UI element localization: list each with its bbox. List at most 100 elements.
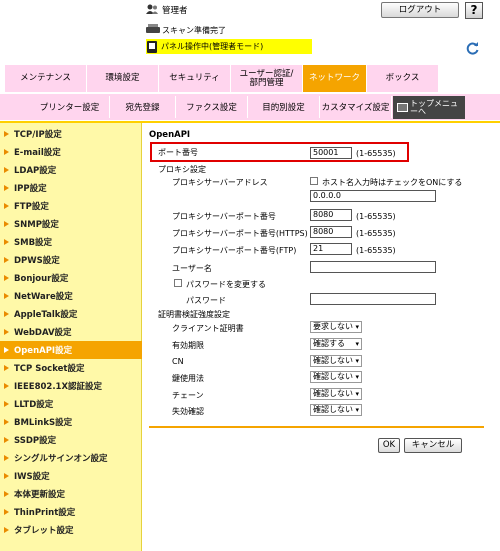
top-menu-label: トップメニューへ <box>410 98 458 116</box>
ok-button[interactable]: OK <box>378 438 400 453</box>
password-input[interactable] <box>310 293 436 305</box>
tab-label: メンテナンス <box>20 73 71 83</box>
arrow-icon <box>4 491 9 497</box>
proxy-address-input[interactable]: 0.0.0.0 <box>310 190 436 202</box>
sidebar-item-ldap[interactable]: LDAP設定 <box>0 161 142 179</box>
arrow-icon <box>4 347 9 353</box>
sidebar-item-ipp[interactable]: IPP設定 <box>0 179 142 197</box>
sidebar-item-label: ThinPrint設定 <box>14 508 76 518</box>
sidebar-item-ieee8021x[interactable]: IEEE802.1X認証設定 <box>0 377 142 395</box>
proxy-port-ftp-label: プロキシサーバーポート番号(FTP) <box>172 246 297 255</box>
sidebar-item-label: シングルサインオン設定 <box>14 454 108 464</box>
cert-key-usage-select[interactable]: 確認しない <box>310 371 362 383</box>
top-menu-button[interactable]: トップメニューへ <box>393 96 465 119</box>
sidebar-item-ftp[interactable]: FTP設定 <box>0 197 142 215</box>
sidebar-item-bonjour[interactable]: Bonjour設定 <box>0 269 142 287</box>
sidebar-item-tablet[interactable]: タブレット設定 <box>0 521 142 539</box>
tab-network[interactable]: ネットワーク <box>303 65 367 93</box>
cert-client-select[interactable]: 要求しない <box>310 321 362 333</box>
cert-revocation-select[interactable]: 確認しない <box>310 404 362 416</box>
sidebar-item-tcp-socket[interactable]: TCP Socket設定 <box>0 359 142 377</box>
cert-client-label: クライアント証明書 <box>172 324 244 333</box>
proxy-port-https-input[interactable]: 8080 <box>310 226 352 238</box>
cert-chain-select[interactable]: 確認しない <box>310 388 362 400</box>
subtab-purpose[interactable]: 目的別設定 <box>248 96 320 118</box>
proxy-port-https-range: (1-65535) <box>356 229 396 238</box>
host-name-checkbox[interactable] <box>310 177 318 185</box>
username-input[interactable] <box>310 261 436 273</box>
cancel-button[interactable]: キャンセル <box>404 438 462 453</box>
sidebar-item-snmp[interactable]: SNMP設定 <box>0 215 142 233</box>
form-divider <box>149 426 484 428</box>
tab-label: ユーザー認証/部門管理 <box>239 68 294 88</box>
sidebar-item-thinprint[interactable]: ThinPrint設定 <box>0 503 142 521</box>
tab-security[interactable]: セキュリティ <box>159 65 231 93</box>
sidebar-item-dpws[interactable]: DPWS設定 <box>0 251 142 269</box>
sidebar-item-sso[interactable]: シングルサインオン設定 <box>0 449 142 467</box>
logout-button[interactable]: ログアウト <box>381 2 459 18</box>
sidebar-item-firmware-update[interactable]: 本体更新設定 <box>0 485 142 503</box>
change-password-checkbox[interactable] <box>174 279 182 287</box>
sidebar-item-label: Bonjour設定 <box>14 274 69 284</box>
tab-label: ボックス <box>385 73 420 83</box>
arrow-icon <box>4 131 9 137</box>
tab-label: 環境設定 <box>105 73 140 83</box>
sidebar-item-label: BMLinkS設定 <box>14 418 73 428</box>
cert-expiry-select[interactable]: 確認する <box>310 338 362 350</box>
sidebar-item-ssdp[interactable]: SSDP設定 <box>0 431 142 449</box>
tab-user-auth[interactable]: ユーザー認証/部門管理 <box>231 65 303 93</box>
sidebar-item-openapi[interactable]: OpenAPI設定 <box>0 341 142 359</box>
help-button[interactable]: ? <box>465 2 483 19</box>
panel-status-text: パネル操作中(管理者モード) <box>161 42 264 51</box>
cert-cn-select[interactable]: 確認しない <box>310 355 362 367</box>
subtab-label: 宛先登録 <box>125 103 160 113</box>
proxy-port-ftp-range: (1-65535) <box>356 246 396 255</box>
cert-heading: 証明書検証強度設定 <box>158 310 230 319</box>
sidebar-item-tcpip[interactable]: TCP/IP設定 <box>0 125 142 143</box>
sidebar-item-appletalk[interactable]: AppleTalk設定 <box>0 305 142 323</box>
subtab-customize[interactable]: カスタマイズ設定 <box>320 96 392 118</box>
subtab-label: プリンター設定 <box>39 103 100 113</box>
subtab-address[interactable]: 宛先登録 <box>110 96 176 118</box>
username-label: ユーザー名 <box>172 264 212 273</box>
port-range: (1-65535) <box>356 149 396 158</box>
subtab-fax[interactable]: ファクス設定 <box>176 96 248 118</box>
admin-user-icon <box>146 4 158 14</box>
sidebar-item-bmlinks[interactable]: BMLinkS設定 <box>0 413 142 431</box>
proxy-heading: プロキシ設定 <box>158 165 206 174</box>
sidebar-item-label: TCP Socket設定 <box>14 364 85 374</box>
subtab-printer[interactable]: プリンター設定 <box>30 96 110 118</box>
sidebar-item-email[interactable]: E-mail設定 <box>0 143 142 161</box>
sidebar-item-smb[interactable]: SMB設定 <box>0 233 142 251</box>
sidebar: TCP/IP設定 E-mail設定 LDAP設定 IPP設定 FTP設定 SNM… <box>0 123 142 551</box>
sidebar-item-label: LLTD設定 <box>14 400 54 410</box>
proxy-port-https-label: プロキシサーバーポート番号(HTTPS) <box>172 229 308 238</box>
section-title: OpenAPI <box>149 130 191 140</box>
scan-status: スキャン準備完了 <box>162 26 226 35</box>
arrow-icon <box>4 239 9 245</box>
port-label: ポート番号 <box>158 148 198 157</box>
port-input[interactable]: 50001 <box>310 147 352 159</box>
subtab-label: カスタマイズ設定 <box>321 103 390 113</box>
sidebar-item-lltd[interactable]: LLTD設定 <box>0 395 142 413</box>
proxy-port-input[interactable]: 8080 <box>310 209 352 221</box>
arrow-icon <box>4 437 9 443</box>
arrow-icon <box>4 203 9 209</box>
sidebar-item-iws[interactable]: IWS設定 <box>0 467 142 485</box>
arrow-icon <box>4 329 9 335</box>
sidebar-item-netware[interactable]: NetWare設定 <box>0 287 142 305</box>
sidebar-item-webdav[interactable]: WebDAV設定 <box>0 323 142 341</box>
subtab-label: 目的別設定 <box>262 103 305 113</box>
sidebar-item-label: AppleTalk設定 <box>14 310 78 320</box>
cert-key-usage-label: 鍵使用法 <box>172 374 204 383</box>
sidebar-item-label: IPP設定 <box>14 184 47 194</box>
tab-environment[interactable]: 環境設定 <box>87 65 159 93</box>
tab-label: セキュリティ <box>169 73 220 83</box>
tab-box[interactable]: ボックス <box>367 65 439 93</box>
proxy-port-ftp-input[interactable]: 21 <box>310 243 352 255</box>
sidebar-item-label: 本体更新設定 <box>14 490 66 500</box>
arrow-icon <box>4 527 9 533</box>
tab-maintenance[interactable]: メンテナンス <box>5 65 87 93</box>
sidebar-item-label: OpenAPI設定 <box>14 346 73 356</box>
refresh-icon[interactable] <box>464 40 481 57</box>
